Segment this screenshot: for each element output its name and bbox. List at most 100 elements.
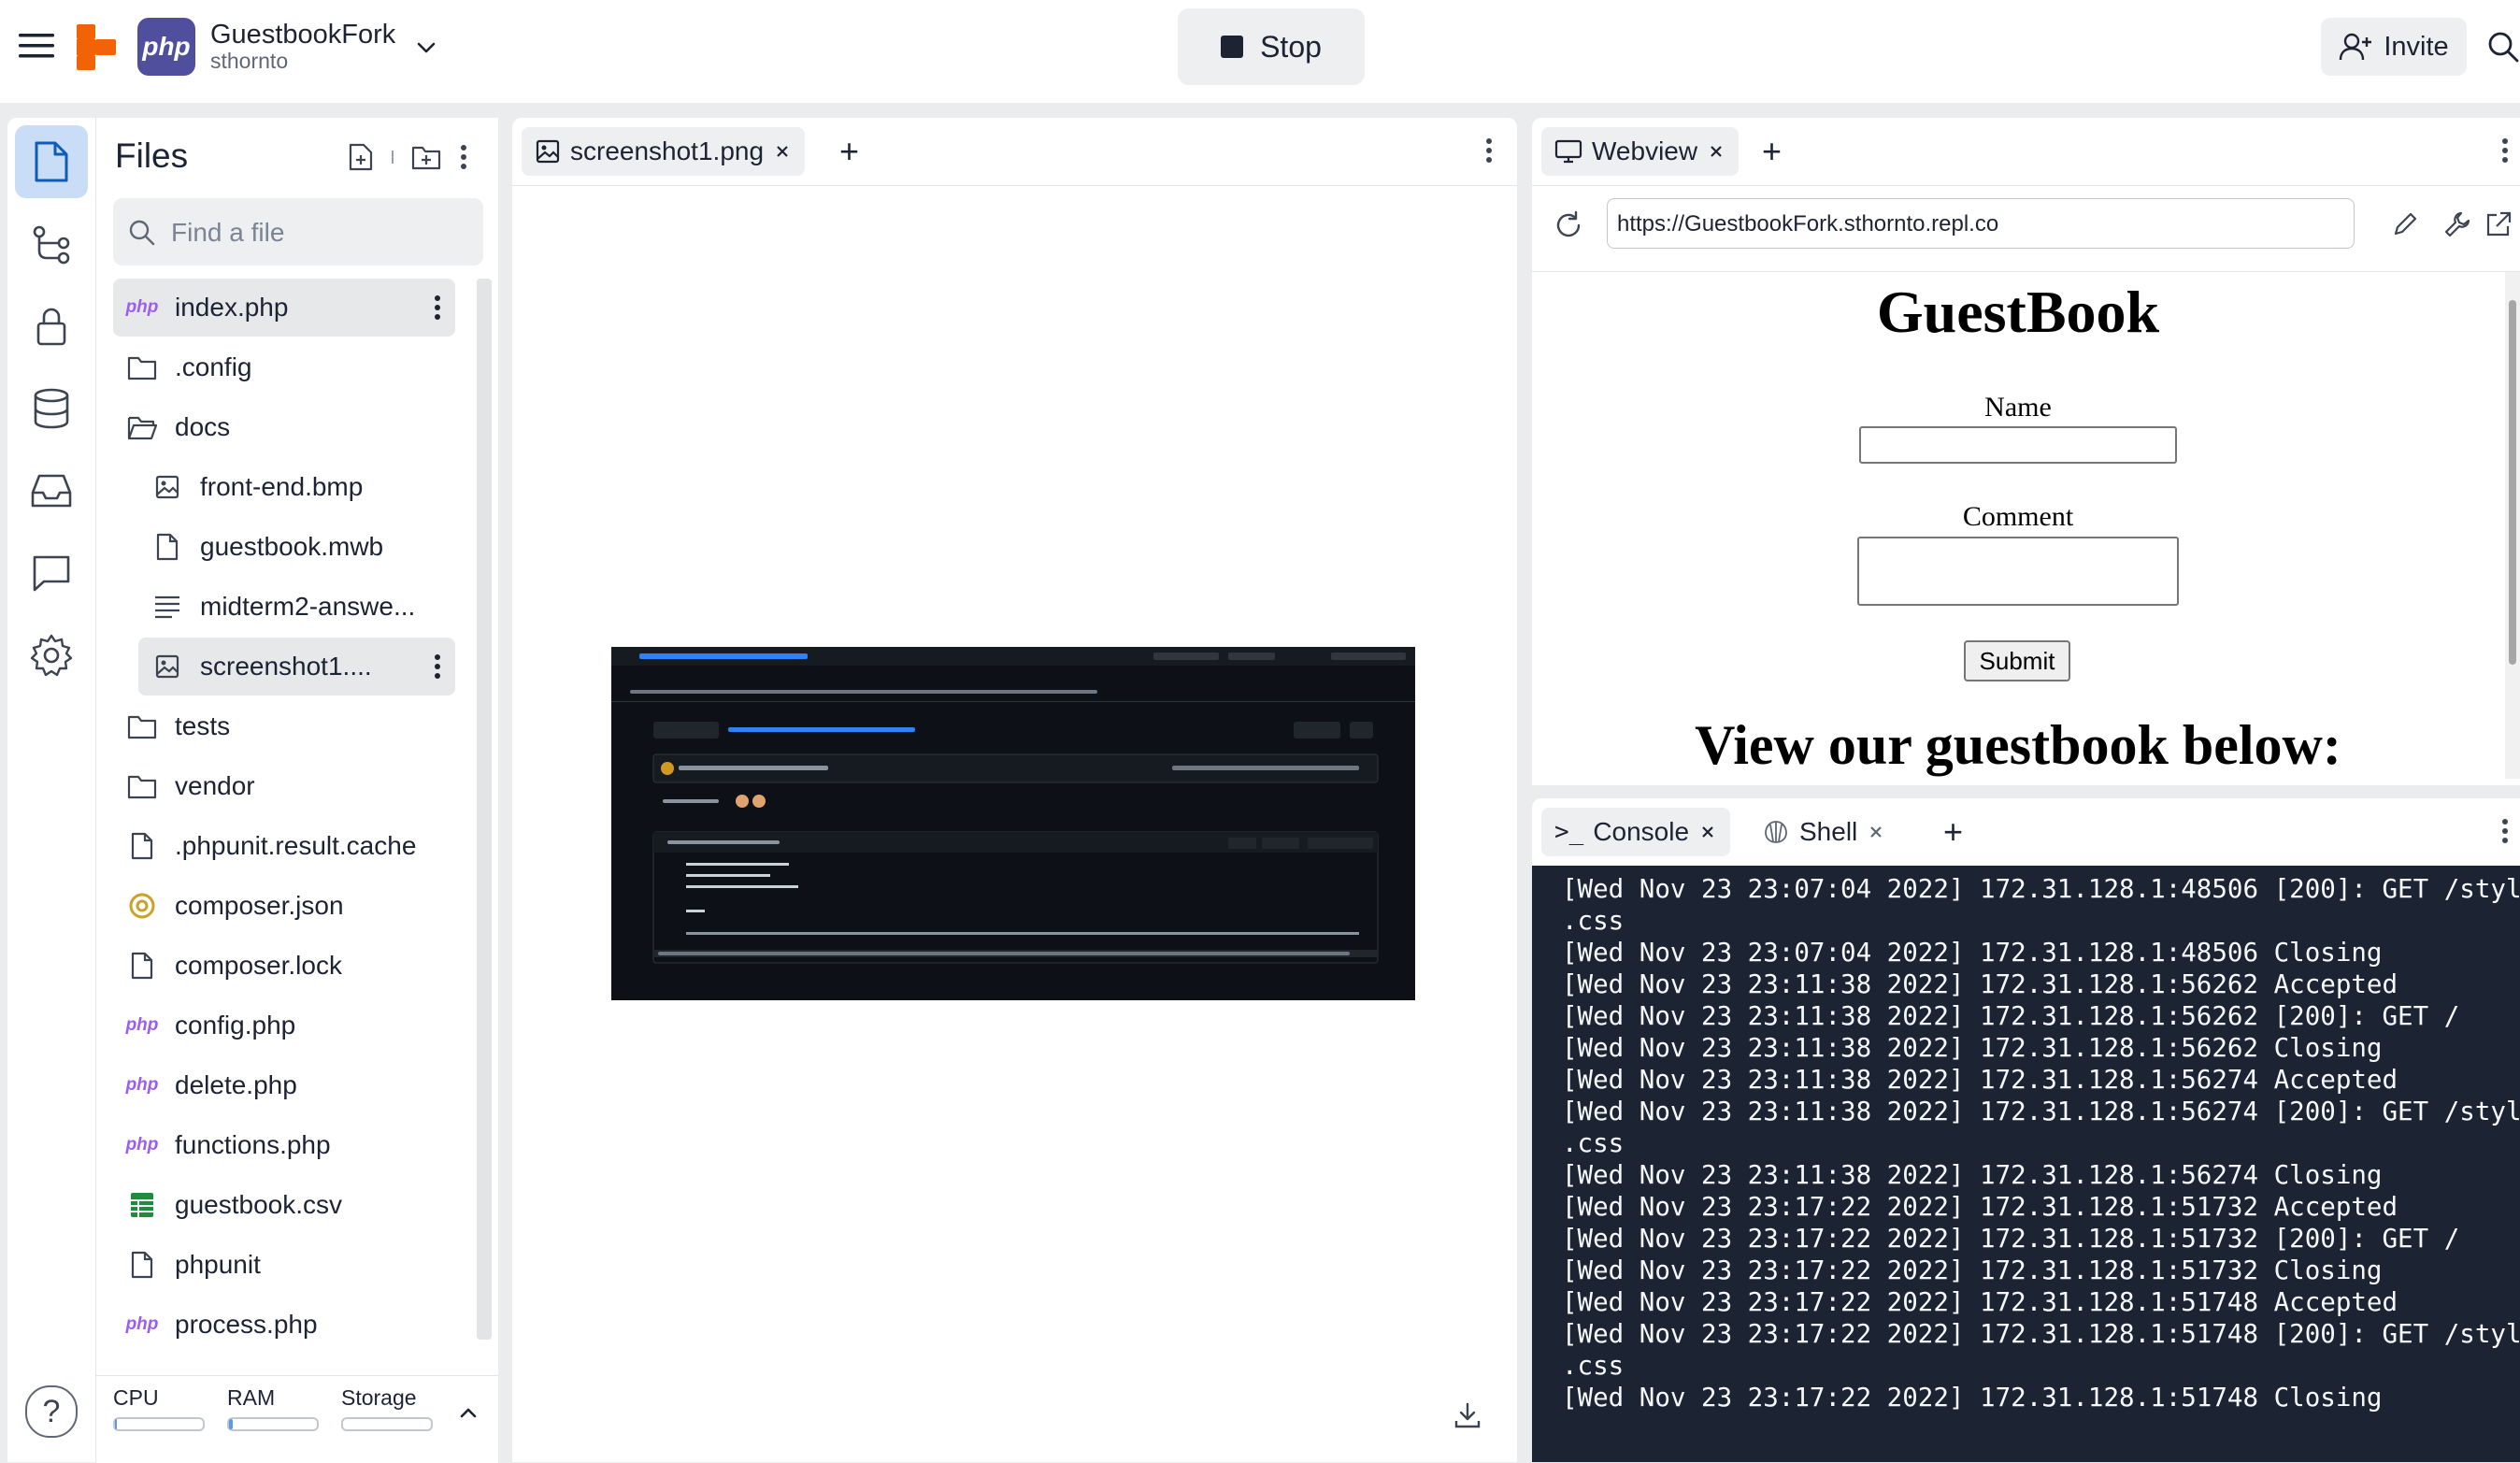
php-icon: php	[125, 297, 159, 317]
chevron-down-icon[interactable]	[414, 36, 438, 60]
monitor-icon	[1554, 138, 1582, 165]
console-line: .css	[1562, 1128, 1625, 1158]
packages-tool-button[interactable]	[15, 454, 88, 527]
git-tool-button[interactable]	[15, 208, 88, 280]
top-bar: php GuestbookFork sthornto Stop Invite	[0, 0, 2520, 103]
submit-button[interactable]: Submit	[1964, 640, 2070, 681]
more-options-icon[interactable]	[2500, 817, 2510, 845]
file-tree-item[interactable]: guestbook.csv	[113, 1176, 455, 1234]
project-owner[interactable]: sthornto	[210, 49, 288, 74]
webview-scrollbar[interactable]	[2505, 272, 2520, 779]
webview-url-bar: https://GuestbookFork.sthornto.repl.co	[1532, 185, 2520, 272]
file-tree-item[interactable]: php index.php	[113, 279, 455, 337]
folder-icon	[121, 354, 164, 380]
tab-webview[interactable]: Webview	[1541, 127, 1740, 176]
invite-button[interactable]: Invite	[2321, 18, 2467, 76]
tab-screenshot1[interactable]: screenshot1.png	[522, 127, 806, 176]
search-icon[interactable]	[2486, 30, 2520, 64]
name-input[interactable]	[1859, 426, 2177, 464]
menu-icon[interactable]	[19, 31, 54, 61]
secrets-tool-button[interactable]	[15, 290, 88, 363]
file-tree-item-label: functions.php	[175, 1130, 331, 1159]
file-tree-item-label: phpunit	[175, 1250, 261, 1279]
file-tree-item[interactable]: guestbook.mwb	[138, 518, 455, 576]
file-tree-item[interactable]: phpunit	[113, 1236, 455, 1294]
file-tree-item-label: config.php	[175, 1011, 296, 1040]
open-in-new-tab-icon[interactable]	[2484, 209, 2513, 239]
file-tree-item[interactable]: php config.php	[113, 997, 455, 1054]
url-input[interactable]: https://GuestbookFork.sthornto.repl.co	[1607, 198, 2355, 249]
file-tree-item[interactable]: screenshot1....	[138, 638, 455, 696]
help-button[interactable]: ?	[25, 1385, 78, 1438]
resources-panel[interactable]: CPU RAM Storage	[96, 1375, 498, 1463]
console-line: [Wed Nov 23 23:11:38 2022] 172.31.128.1:…	[1562, 1033, 2383, 1063]
file-tree-item-label: guestbook.csv	[175, 1190, 342, 1219]
chevron-up-icon[interactable]	[457, 1402, 480, 1425]
files-tool-button[interactable]	[15, 125, 88, 198]
file-tree-scrollbar[interactable]	[477, 279, 492, 1340]
more-options-icon[interactable]	[433, 653, 442, 681]
file-search[interactable]	[113, 198, 483, 267]
file-search-input[interactable]	[169, 198, 472, 267]
divider	[392, 151, 394, 164]
shell-icon	[1762, 818, 1790, 846]
more-options-icon[interactable]	[433, 294, 442, 322]
file-tree-item[interactable]: .config	[113, 338, 455, 396]
database-tool-button[interactable]	[15, 372, 88, 445]
terminal-prompt-icon: >_	[1554, 818, 1584, 846]
file-tree-item-label: process.php	[175, 1310, 318, 1339]
image-icon	[535, 138, 561, 165]
replit-logo-icon[interactable]	[77, 24, 118, 71]
project-name[interactable]: GuestbookFork	[210, 20, 395, 50]
refresh-icon[interactable]	[1553, 209, 1584, 241]
console-line: [Wed Nov 23 23:17:22 2022] 172.31.128.1:…	[1562, 1192, 2398, 1222]
more-options-icon[interactable]	[2500, 136, 2510, 165]
comment-textarea[interactable]	[1857, 537, 2179, 606]
close-icon[interactable]	[773, 142, 792, 161]
file-tree-item[interactable]: composer.lock	[113, 937, 455, 995]
add-tab-icon[interactable]: +	[1762, 135, 1782, 168]
console-output[interactable]: [Wed Nov 23 23:07:04 2022] 172.31.128.1:…	[1532, 866, 2520, 1462]
image-icon	[146, 474, 189, 500]
new-file-icon[interactable]	[347, 142, 375, 172]
new-folder-icon[interactable]	[410, 143, 442, 171]
settings-tool-button[interactable]	[15, 619, 88, 692]
file-tree-item[interactable]: .phpunit.result.cache	[113, 817, 455, 875]
file-tree-item[interactable]: php process.php	[113, 1296, 455, 1354]
pencil-icon[interactable]	[2390, 209, 2420, 239]
more-options-icon[interactable]	[1484, 136, 1494, 165]
add-tab-icon[interactable]: +	[839, 135, 859, 168]
chat-tool-button[interactable]	[15, 537, 88, 610]
console-line: [Wed Nov 23 23:17:22 2022] 172.31.128.1:…	[1562, 1287, 2398, 1317]
add-tab-icon[interactable]: +	[1943, 815, 1963, 849]
file-tree-item[interactable]: composer.json	[113, 877, 455, 935]
file-tree-item[interactable]: front-end.bmp	[138, 458, 455, 516]
download-icon[interactable]	[1453, 1400, 1482, 1430]
stop-button[interactable]: Stop	[1178, 8, 1365, 85]
invite-label: Invite	[2384, 31, 2449, 62]
project-avatar[interactable]: php	[137, 18, 195, 76]
close-icon[interactable]	[1707, 142, 1725, 161]
more-options-icon[interactable]	[459, 143, 468, 171]
tab-shell[interactable]: Shell	[1749, 808, 1898, 856]
file-tree-item[interactable]: vendor	[113, 757, 455, 815]
git-branch-icon	[30, 222, 73, 265]
tab-console[interactable]: >_ Console	[1541, 808, 1731, 856]
name-label: Name	[1984, 392, 2052, 423]
wrench-icon[interactable]	[2442, 209, 2472, 239]
file-tree-item[interactable]: docs	[113, 398, 455, 456]
file-tree-item[interactable]: midterm2-answe...	[138, 578, 455, 636]
close-icon[interactable]	[1698, 823, 1717, 841]
console-line: [Wed Nov 23 23:11:38 2022] 172.31.128.1:…	[1562, 969, 2398, 999]
close-icon[interactable]	[1867, 823, 1885, 841]
php-icon: php	[125, 1075, 159, 1095]
cpu-label: CPU	[113, 1385, 159, 1410]
file-tree-item[interactable]: php delete.php	[113, 1056, 455, 1114]
json-icon	[121, 892, 164, 920]
text-file-icon	[146, 595, 189, 619]
file-tree-item[interactable]: php functions.php	[113, 1116, 455, 1174]
file-icon	[146, 533, 189, 561]
folder-icon	[121, 713, 164, 739]
file-tree-item[interactable]: tests	[113, 697, 455, 755]
file-icon	[33, 140, 70, 183]
